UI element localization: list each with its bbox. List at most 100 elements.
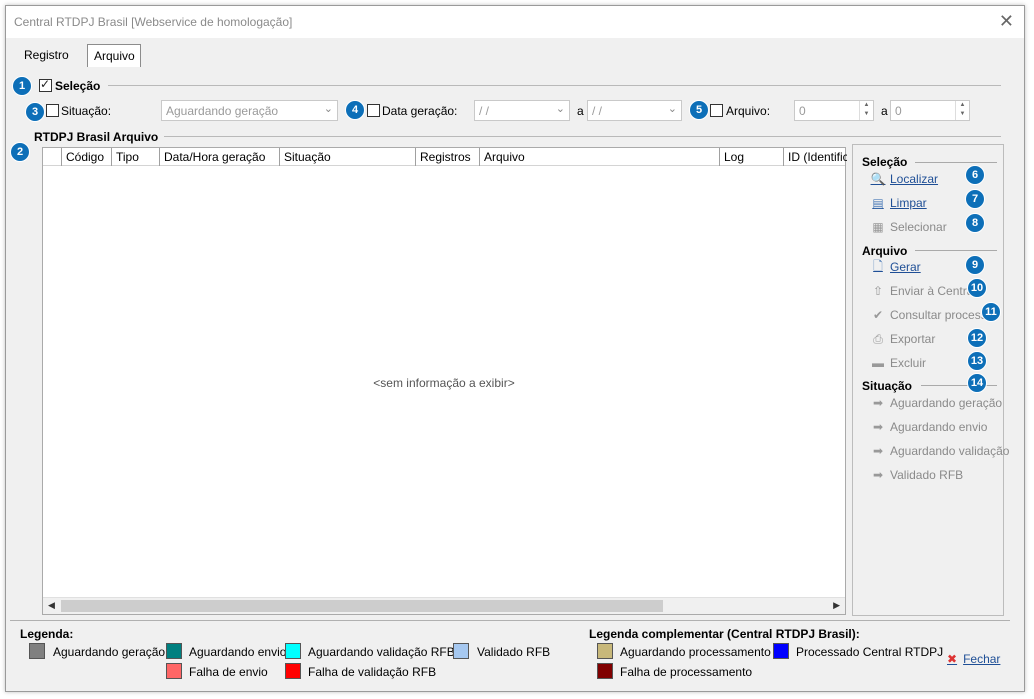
badge-14: 14 xyxy=(967,373,987,393)
arrow-right-icon: ➡ xyxy=(872,468,884,482)
divider xyxy=(915,250,997,251)
arquivo-from-input[interactable]: 0 ▲ ▼ xyxy=(794,100,874,121)
select-icon: ▦ xyxy=(872,220,884,234)
legend-swatch xyxy=(166,643,182,659)
data-from-input[interactable]: / / ⌄ xyxy=(474,100,570,121)
selecionar-button[interactable]: ▦ Selecionar xyxy=(871,218,946,236)
legenda-comp-title: Legenda complementar (Central RTDPJ Bras… xyxy=(589,627,860,641)
legend-swatch xyxy=(453,643,469,659)
excluir-button[interactable]: ▬ Excluir xyxy=(871,354,926,372)
arquivo-from-value: 0 xyxy=(799,104,806,118)
search-icon: 🔍 xyxy=(870,172,886,186)
scroll-right-icon[interactable]: ▶ xyxy=(833,600,840,611)
exportar-label: Exportar xyxy=(890,332,936,346)
data-label: Data geração: xyxy=(382,104,458,118)
legend-label: Aguardando envio xyxy=(189,645,287,659)
localizar-button[interactable]: 🔍 Localizar xyxy=(870,170,939,188)
exportar-button[interactable]: ⎙ Exportar xyxy=(871,330,935,348)
data-to-input[interactable]: / / ⌄ xyxy=(587,100,682,121)
data-from-value: / / xyxy=(479,104,490,118)
col-data-hora[interactable]: Data/Hora geração xyxy=(159,148,279,166)
empty-message: <sem informação a exibir> xyxy=(373,376,515,390)
title-bar: Central RTDPJ Brasil [Webservice de homo… xyxy=(6,6,1024,38)
clear-icon: ▤ xyxy=(872,196,884,210)
situacao-action-label: Aguardando geração xyxy=(890,396,1003,410)
col-tipo[interactable]: Tipo xyxy=(111,148,159,166)
situacao-validado-button[interactable]: ➡ Validado RFB xyxy=(871,466,963,484)
arquivo-grid[interactable]: Código Tipo Data/Hora geração Situação R… xyxy=(42,147,847,615)
situacao-action-label: Validado RFB xyxy=(890,468,964,482)
data-to-value: / / xyxy=(592,104,603,118)
side-selecao-header: Seleção xyxy=(862,155,908,169)
fechar-label: Fechar xyxy=(963,652,1001,666)
badge-6: 6 xyxy=(965,165,985,185)
selecao-checkbox[interactable] xyxy=(39,77,52,92)
consultar-button[interactable]: ✔ Consultar process. xyxy=(871,306,990,324)
chevron-down-icon: ⌄ xyxy=(667,103,677,115)
legend-label: Falha de validação RFB xyxy=(308,665,437,679)
badge-5: 5 xyxy=(689,100,709,120)
export-icon: ⎙ xyxy=(873,331,883,346)
side-arquivo-header: Arquivo xyxy=(862,244,908,258)
data-sep: a xyxy=(577,104,584,118)
col-log[interactable]: Log xyxy=(719,148,783,166)
selecao-title: Seleção xyxy=(55,79,101,93)
spinner-icon[interactable]: ▲ ▼ xyxy=(859,101,873,120)
localizar-label: Localizar xyxy=(890,172,939,186)
chevron-down-icon: ⌄ xyxy=(555,103,565,115)
tab-arquivo[interactable]: Arquivo xyxy=(87,44,141,67)
enviar-label: Enviar à Central xyxy=(890,284,977,298)
arquivo-label: Arquivo: xyxy=(726,104,771,118)
divider xyxy=(164,136,1001,137)
side-situacao-header: Situação xyxy=(862,379,913,393)
gerar-label: Gerar xyxy=(890,260,921,274)
legend-label: Falha de envio xyxy=(189,665,268,679)
legend-label: Aguardando validação RFB xyxy=(308,645,455,659)
situacao-aguardando-geracao-button[interactable]: ➡ Aguardando geração xyxy=(871,394,1002,412)
badge-10: 10 xyxy=(967,278,987,298)
situacao-value: Aguardando geração xyxy=(166,104,279,118)
legend-swatch xyxy=(285,663,301,679)
close-icon[interactable]: ✕ xyxy=(999,12,1014,30)
situacao-action-label: Aguardando validação xyxy=(890,444,1010,458)
limpar-label: Limpar xyxy=(890,196,927,210)
legend-label: Falha de processamento xyxy=(620,665,753,679)
col-registros[interactable]: Registros xyxy=(415,148,479,166)
file-icon: 🗋 xyxy=(873,258,883,273)
badge-8: 8 xyxy=(965,213,985,233)
col-situacao[interactable]: Situação xyxy=(279,148,415,166)
situacao-aguardando-envio-button[interactable]: ➡ Aguardando envio xyxy=(871,418,987,436)
badge-1: 1 xyxy=(12,76,32,96)
scroll-thumb[interactable] xyxy=(61,600,663,612)
check-icon: ✔ xyxy=(872,308,884,322)
close-icon: ✖ xyxy=(947,652,958,666)
col-codigo[interactable]: Código xyxy=(61,148,111,166)
tab-registro[interactable]: Registro xyxy=(18,44,80,66)
fechar-button[interactable]: ✖ Fechar xyxy=(947,652,1000,666)
situacao-combo[interactable]: Aguardando geração ⌄ xyxy=(161,100,338,121)
situacao-checkbox[interactable] xyxy=(46,104,59,117)
arquivo-checkbox[interactable] xyxy=(710,104,723,117)
col-id[interactable]: ID (Identifica xyxy=(783,148,847,166)
badge-7: 7 xyxy=(965,189,985,209)
delete-icon: ▬ xyxy=(872,356,884,370)
horizontal-scrollbar[interactable]: ◀ ▶ xyxy=(43,597,845,614)
situacao-action-label: Aguardando envio xyxy=(890,420,988,434)
limpar-button[interactable]: ▤ Limpar xyxy=(871,194,927,212)
divider xyxy=(915,162,997,163)
badge-2: 2 xyxy=(10,142,30,162)
scroll-left-icon[interactable]: ◀ xyxy=(48,600,55,611)
divider xyxy=(108,85,1001,86)
arquivo-to-input[interactable]: 0 ▲ ▼ xyxy=(890,100,970,121)
spinner-icon[interactable]: ▲ ▼ xyxy=(955,101,969,120)
legend-swatch xyxy=(773,643,789,659)
enviar-button[interactable]: ⇧ Enviar à Central xyxy=(871,282,976,300)
arquivo-sep: a xyxy=(881,104,888,118)
gerar-button[interactable]: 🗋 Gerar xyxy=(871,258,921,276)
situacao-aguardando-validacao-button[interactable]: ➡ Aguardando validação xyxy=(871,442,1009,460)
data-checkbox[interactable] xyxy=(367,104,380,117)
legend-swatch xyxy=(29,643,45,659)
legend-divider xyxy=(10,620,1010,621)
badge-9: 9 xyxy=(965,255,985,275)
col-arquivo[interactable]: Arquivo xyxy=(479,148,719,166)
